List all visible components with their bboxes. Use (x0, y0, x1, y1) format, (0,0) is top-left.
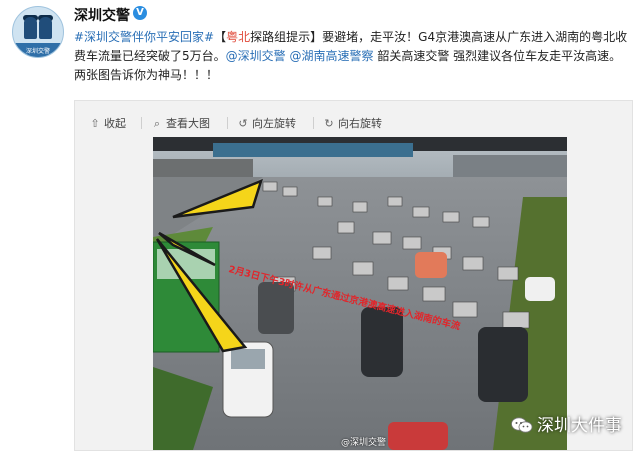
red-car (388, 422, 448, 450)
view-large-button[interactable]: ⌕ 查看大图 (151, 115, 210, 131)
avatar-figure (39, 17, 52, 39)
collapse-label: 收起 (104, 117, 126, 130)
red-car (415, 252, 447, 278)
hashtag-link[interactable]: #深圳交警伴你平安回家# (74, 30, 214, 44)
photo-watermark: @深圳交警 (341, 438, 387, 448)
rotate-right-button[interactable]: ↻ 向右旋转 (323, 115, 382, 131)
magnifier-icon: ⌕ (153, 117, 161, 130)
toll-canopy (213, 143, 413, 157)
tag-highlight: 粤北 (226, 30, 251, 44)
white-car (525, 277, 555, 301)
black-car (361, 307, 403, 377)
mention-link[interactable]: @深圳交警 (226, 49, 286, 63)
traffic-photo[interactable]: 2月3日下午3时许从广东通过京港澳高速进入湖南的车流 @深圳交警 (153, 137, 567, 450)
rotate-left-label: 向左旋转 (252, 117, 296, 130)
toolbar-divider (141, 117, 142, 129)
toolbar-divider (313, 117, 314, 129)
verified-icon: V (133, 6, 147, 20)
rotate-right-icon: ↻ (324, 117, 334, 130)
toolbar-divider (227, 117, 228, 129)
account-watermark-text: 深圳大件事 (537, 416, 622, 436)
avatar[interactable]: 深圳交警 (12, 6, 64, 58)
avatar-label: 深圳交警 (25, 48, 50, 55)
arrow-up-icon: ⇧ (90, 117, 100, 130)
image-viewer: ⇧ 收起 ⌕ 查看大图 ↺ 向左旋转 ↻ 向右旋转 2月3日下午3时许从广东通过… (74, 100, 633, 451)
view-large-label: 查看大图 (166, 117, 210, 130)
rotate-left-button[interactable]: ↺ 向左旋转 (237, 115, 296, 131)
rotate-right-label: 向右旋转 (338, 117, 382, 130)
tag-rest: 探路组提示】 (250, 30, 323, 44)
car-window (231, 349, 265, 369)
mention-link[interactable]: @湖南高速警察 (289, 49, 373, 63)
post-text: #深圳交警伴你平安回家#【粤北探路组提示】要避堵，走平汝！G4京港澳高速从广东进… (74, 28, 630, 85)
collapse-button[interactable]: ⇧ 收起 (89, 115, 126, 131)
account-watermark: 深圳大件事 (511, 411, 622, 436)
buildings (153, 159, 253, 179)
wechat-icon (511, 417, 533, 433)
black-car (478, 327, 528, 402)
tag-open: 【 (214, 30, 227, 44)
rotate-left-icon: ↺ (238, 117, 248, 130)
user-name[interactable]: 深圳交警 (74, 5, 130, 25)
avatar-figure (24, 17, 37, 39)
